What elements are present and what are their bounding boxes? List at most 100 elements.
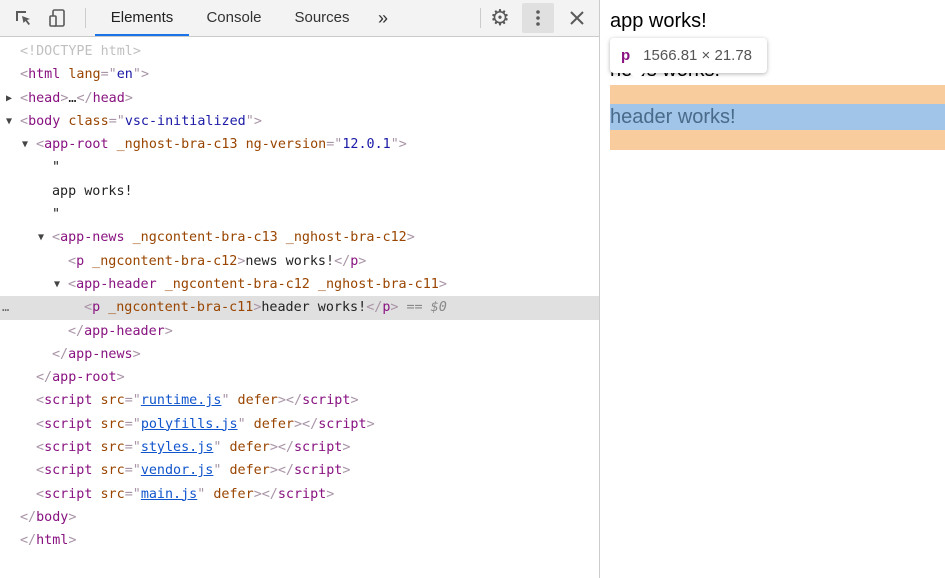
script-src-link[interactable]: runtime.js <box>141 393 222 408</box>
collapse-arrow-icon[interactable]: ▼ <box>54 273 60 296</box>
markup-token: _ngcontent-bra-c12 _nghost-bra-c11 <box>156 276 439 292</box>
markup-token: script <box>44 486 93 502</box>
markup-token: ></ <box>277 393 303 409</box>
dom-node-line[interactable]: <script src="main.js" defer></script> <box>0 483 599 506</box>
dom-node-line[interactable]: </body> <box>0 506 599 529</box>
markup-token: script <box>44 416 93 432</box>
markup-token: header works! <box>261 300 367 316</box>
markup-token: " <box>221 393 230 409</box>
markup-token: body <box>36 509 69 525</box>
markup-token: > <box>358 253 367 269</box>
markup-token: > <box>406 230 415 246</box>
markup-token: =" <box>124 440 141 456</box>
header-works-text: header works! <box>610 106 736 128</box>
markup-token: defer <box>229 393 278 409</box>
dom-node-line[interactable]: <script src="runtime.js" defer></script> <box>0 389 599 412</box>
markup-token: " <box>237 416 246 432</box>
markup-token: > <box>366 416 375 432</box>
dom-node-line[interactable]: <html lang="en"> <box>0 63 599 86</box>
markup-token: script <box>302 393 351 409</box>
markup-token: class <box>60 113 109 129</box>
node-markup: <app-header _ngcontent-bra-c12 _nghost-b… <box>68 273 447 296</box>
markup-token: " <box>52 207 61 223</box>
markup-token: > <box>132 346 141 362</box>
tooltip-size: 1566.81 × 21.78 <box>643 47 753 64</box>
node-markup: <script src="vendor.js" defer></script> <box>36 459 350 482</box>
markup-token: </ <box>366 300 383 316</box>
markup-token: _ngcontent-bra-c13 _nghost-bra-c12 <box>124 230 407 246</box>
dom-node-line[interactable]: ▼ <body class="vsc-initialized"> <box>0 110 599 133</box>
dom-node-line[interactable]: <script src="polyfills.js" defer></scrip… <box>0 413 599 436</box>
node-markup: app works! <box>52 180 133 203</box>
markup-token: app-news <box>68 346 133 362</box>
markup-token: ></ <box>294 416 319 432</box>
dom-node-line[interactable]: " <box>0 156 599 179</box>
markup-token: app works! <box>52 183 133 199</box>
devtools-toolbar: Elements Console Sources » ⚙ <box>0 0 599 37</box>
markup-token: app-root <box>44 137 109 153</box>
markup-token: src <box>92 486 125 502</box>
more-tabs-button[interactable]: » <box>370 0 396 36</box>
markup-token: app-header <box>84 323 165 339</box>
node-actions-icon[interactable]: … <box>2 296 9 319</box>
markup-token: < <box>36 137 45 153</box>
close-icon[interactable] <box>564 0 590 36</box>
markup-token: > <box>342 463 351 479</box>
node-markup: " <box>52 156 60 179</box>
script-src-link[interactable]: styles.js <box>141 440 214 455</box>
dom-node-line[interactable]: </html> <box>0 529 599 552</box>
markup-token: =" <box>124 486 141 502</box>
script-src-link[interactable]: polyfills.js <box>141 417 238 432</box>
script-src-link[interactable]: vendor.js <box>141 463 214 478</box>
tab-console[interactable]: Console <box>194 0 274 36</box>
markup-token: < <box>36 440 45 456</box>
dom-node-line[interactable]: ▼ <app-header _ngcontent-bra-c12 _nghost-… <box>0 273 599 296</box>
markup-token: < <box>36 416 45 432</box>
markup-token: src <box>92 416 125 432</box>
markup-token: > <box>342 440 351 456</box>
markup-token: > <box>253 113 262 129</box>
tab-sources[interactable]: Sources <box>282 0 362 36</box>
node-markup: </app-header> <box>68 320 173 343</box>
dom-node-line[interactable]: <!DOCTYPE html> <box>0 40 599 63</box>
dom-node-line[interactable]: ▼ <app-news _ngcontent-bra-c13 _nghost-br… <box>0 226 599 249</box>
dom-node-line[interactable]: </app-news> <box>0 343 599 366</box>
markup-token: =" <box>124 463 141 479</box>
markup-token: app-header <box>76 276 157 292</box>
dom-node-line[interactable]: <p _ngcontent-bra-c12>news works!</p> <box>0 250 599 273</box>
markup-token: </ <box>334 253 351 269</box>
dom-tree: <!DOCTYPE html> <html lang="en"> ▶ <head>…<… <box>0 40 599 553</box>
tab-elements[interactable]: Elements <box>95 0 189 36</box>
tooltip-tag: p <box>621 47 631 64</box>
dom-node-line[interactable]: " <box>0 203 599 226</box>
dom-node-line[interactable]: </app-header> <box>0 320 599 343</box>
settings-icon[interactable]: ⚙ <box>487 0 513 36</box>
markup-token: <!DOCTYPE html> <box>20 44 141 59</box>
markup-token: =" <box>108 113 125 129</box>
more-vertical-icon[interactable] <box>522 3 554 33</box>
dom-node-line[interactable]: app works! <box>0 180 599 203</box>
markup-token: </ <box>52 346 69 362</box>
expand-arrow-icon[interactable]: ▶ <box>6 87 12 110</box>
markup-token: news works! <box>245 253 335 269</box>
markup-token: script <box>294 463 343 479</box>
divider <box>480 8 481 28</box>
collapse-arrow-icon[interactable]: ▼ <box>38 226 44 249</box>
node-markup: <body class="vsc-initialized"> <box>20 110 262 133</box>
dom-node-line[interactable]: … <p _ngcontent-bra-c11>header works!</p>… <box>0 296 599 320</box>
collapse-arrow-icon[interactable]: ▼ <box>22 133 28 156</box>
inspect-icon[interactable] <box>10 0 36 36</box>
script-src-link[interactable]: main.js <box>141 487 197 502</box>
dom-node-line[interactable]: ▼ <app-root _nghost-bra-c13 ng-version="1… <box>0 133 599 156</box>
element-tooltip: p 1566.81 × 21.78 <box>610 38 767 80</box>
markup-token: </ <box>68 323 85 339</box>
app-works-text: app works! <box>610 10 707 32</box>
dom-node-line[interactable]: ▶ <head>…</head> <box>0 87 599 110</box>
device-toolbar-icon[interactable] <box>44 0 70 36</box>
dom-node-line[interactable]: <script src="styles.js" defer></script> <box>0 436 599 459</box>
markup-token: </ <box>76 90 93 106</box>
markup-token: html <box>28 67 61 83</box>
collapse-arrow-icon[interactable]: ▼ <box>6 110 12 133</box>
dom-node-line[interactable]: </app-root> <box>0 366 599 389</box>
dom-node-line[interactable]: <script src="vendor.js" defer></script> <box>0 459 599 482</box>
